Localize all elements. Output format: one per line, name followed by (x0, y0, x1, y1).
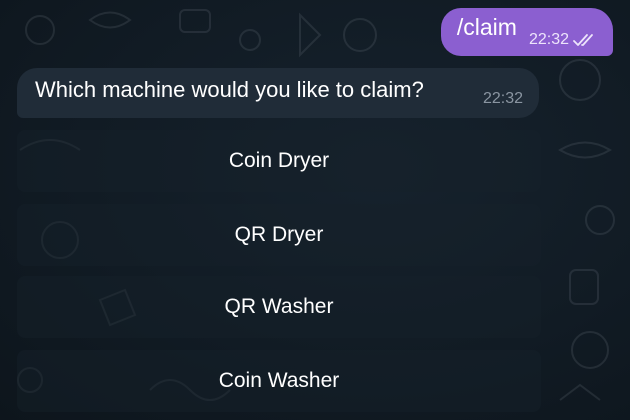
outgoing-message-bubble[interactable]: /claim 22:32 (440, 8, 613, 56)
outgoing-message-time: 22:32 (528, 31, 569, 48)
keyboard-button-label: Coin Dryer (228, 149, 330, 172)
keyboard-button-qr-washer[interactable]: QR Washer (17, 276, 541, 338)
double-check-icon (573, 34, 593, 46)
keyboard-button-coin-washer[interactable]: Coin Washer (17, 350, 541, 412)
keyboard-button-coin-dryer[interactable]: Coin Dryer (17, 130, 541, 192)
keyboard-button-label: Coin Washer (218, 369, 340, 392)
keyboard-button-qr-dryer[interactable]: QR Dryer (17, 204, 541, 266)
incoming-message-text: Which machine would you like to claim? (35, 77, 424, 102)
outgoing-message-meta: 22:32 (529, 31, 597, 49)
keyboard-button-label: QR Dryer (234, 223, 324, 246)
outgoing-message-text: /claim (456, 13, 517, 40)
keyboard-button-label: QR Washer (224, 295, 334, 318)
incoming-message-time: 22:32 (482, 90, 523, 107)
incoming-message-bubble[interactable]: Which machine would you like to claim? 2… (17, 68, 539, 118)
